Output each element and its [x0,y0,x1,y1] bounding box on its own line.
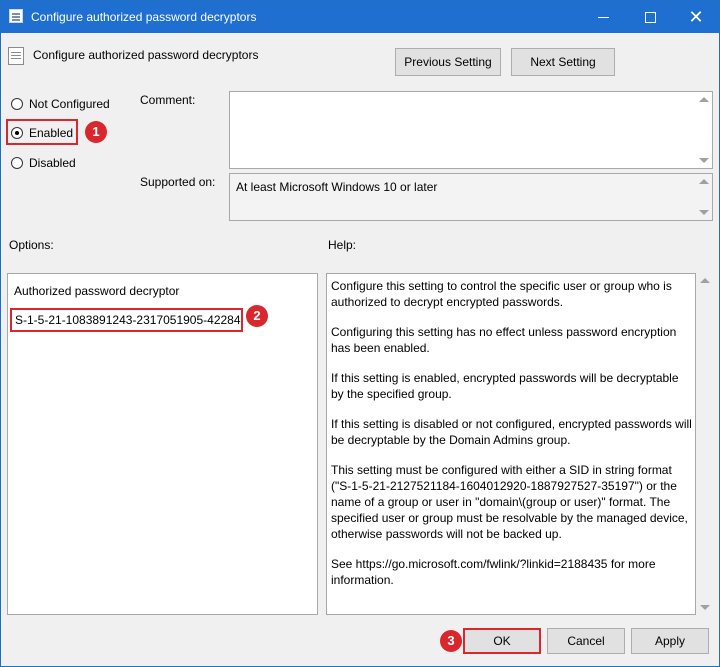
help-label: Help: [328,238,357,252]
help-paragraph: See https://go.microsoft.com/fwlink/?lin… [331,557,656,587]
help-paragraph: This setting must be configured with eit… [331,463,688,541]
help-paragraph: Configuring this setting has no effect u… [331,325,677,355]
radio-circle [11,98,23,110]
close-button[interactable]: ✕ [673,1,719,33]
decryptor-field-label: Authorized password decryptor [14,284,180,298]
window-title: Configure authorized password decryptors [31,10,257,24]
scroll-down-icon[interactable] [700,605,710,610]
help-text: Configure this setting to control the sp… [331,278,693,602]
supported-scrollbar[interactable] [696,174,712,220]
scroll-up-icon[interactable] [699,97,709,102]
policy-app-icon [9,9,23,23]
comment-textarea[interactable] [229,91,713,169]
step-badge-1: 1 [85,121,107,143]
maximize-button[interactable] [627,1,673,33]
supported-on-label: Supported on: [140,175,216,189]
scroll-up-icon[interactable] [700,278,710,283]
scroll-down-icon[interactable] [699,210,709,215]
next-setting-button[interactable]: Next Setting [511,48,615,76]
supported-on-field: At least Microsoft Windows 10 or later [229,173,713,221]
options-label: Options: [9,238,54,252]
help-paragraph: If this setting is disabled or not confi… [331,417,692,447]
ok-button[interactable]: OK [463,628,541,654]
policy-setting-icon [8,47,24,65]
help-paragraph: If this setting is enabled, encrypted pa… [331,371,679,401]
setting-title: Configure authorized password decryptors [33,48,259,62]
authorized-decryptor-input[interactable]: S-1-5-21-1083891243-2317051905-4228428 [10,308,243,332]
radio-label: Not Configured [29,97,110,111]
radio-label: Disabled [29,156,76,170]
help-paragraph: Configure this setting to control the sp… [331,279,672,309]
comment-scrollbar[interactable] [696,92,712,168]
radio-not-configured[interactable]: Not Configured [11,95,131,115]
supported-on-value: At least Microsoft Windows 10 or later [236,180,438,194]
comment-label: Comment: [140,93,196,107]
step-badge-2: 2 [246,305,268,327]
scroll-down-icon[interactable] [699,158,709,163]
title-bar: Configure authorized password decryptors… [1,1,719,33]
enabled-highlight-box [6,119,78,145]
help-pane: Configure this setting to control the sp… [326,273,696,615]
cancel-button[interactable]: Cancel [547,628,625,654]
apply-button[interactable]: Apply [631,628,709,654]
help-scrollbar[interactable] [697,273,713,615]
previous-setting-button[interactable]: Previous Setting [395,48,501,76]
step-badge-3: 3 [440,630,462,652]
minimize-button[interactable] [581,1,627,33]
radio-circle [11,157,23,169]
radio-disabled[interactable]: Disabled [11,154,131,174]
policy-dialog-window: Configure authorized password decryptors… [0,0,720,667]
scroll-up-icon[interactable] [699,179,709,184]
options-pane: Authorized password decryptor S-1-5-21-1… [7,273,318,615]
